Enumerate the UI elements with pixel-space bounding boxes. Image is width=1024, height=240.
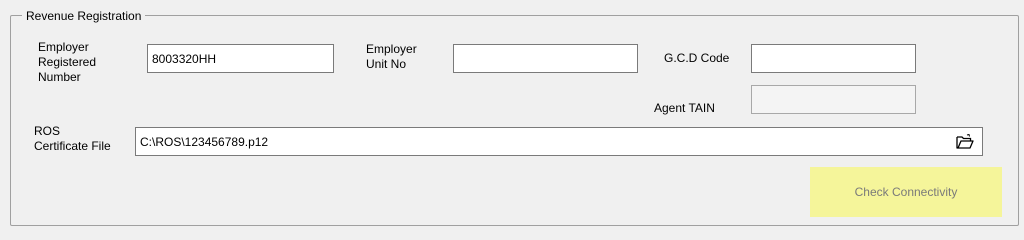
folder-open-icon — [956, 133, 974, 149]
browse-certificate-button[interactable] — [950, 129, 980, 154]
agent-tain-input[interactable] — [751, 85, 916, 114]
agent-tain-label: Agent TAIN — [654, 101, 715, 115]
employer-unit-no-label: Employer Unit No — [366, 42, 417, 71]
group-title: Revenue Registration — [22, 9, 146, 23]
employer-registered-number-input[interactable] — [147, 44, 334, 73]
employer-unit-no-input[interactable] — [453, 44, 638, 73]
gcd-code-input[interactable] — [751, 44, 916, 73]
check-connectivity-button[interactable]: Check Connectivity — [810, 167, 1002, 217]
ros-certificate-file-input[interactable] — [135, 127, 983, 156]
ros-certificate-file-label: ROS Certificate File — [34, 124, 111, 153]
revenue-registration-panel: Revenue Registration Employer Registered… — [0, 0, 1024, 240]
employer-registered-number-label: Employer Registered Number — [38, 40, 97, 84]
gcd-code-label: G.C.D Code — [664, 51, 730, 65]
